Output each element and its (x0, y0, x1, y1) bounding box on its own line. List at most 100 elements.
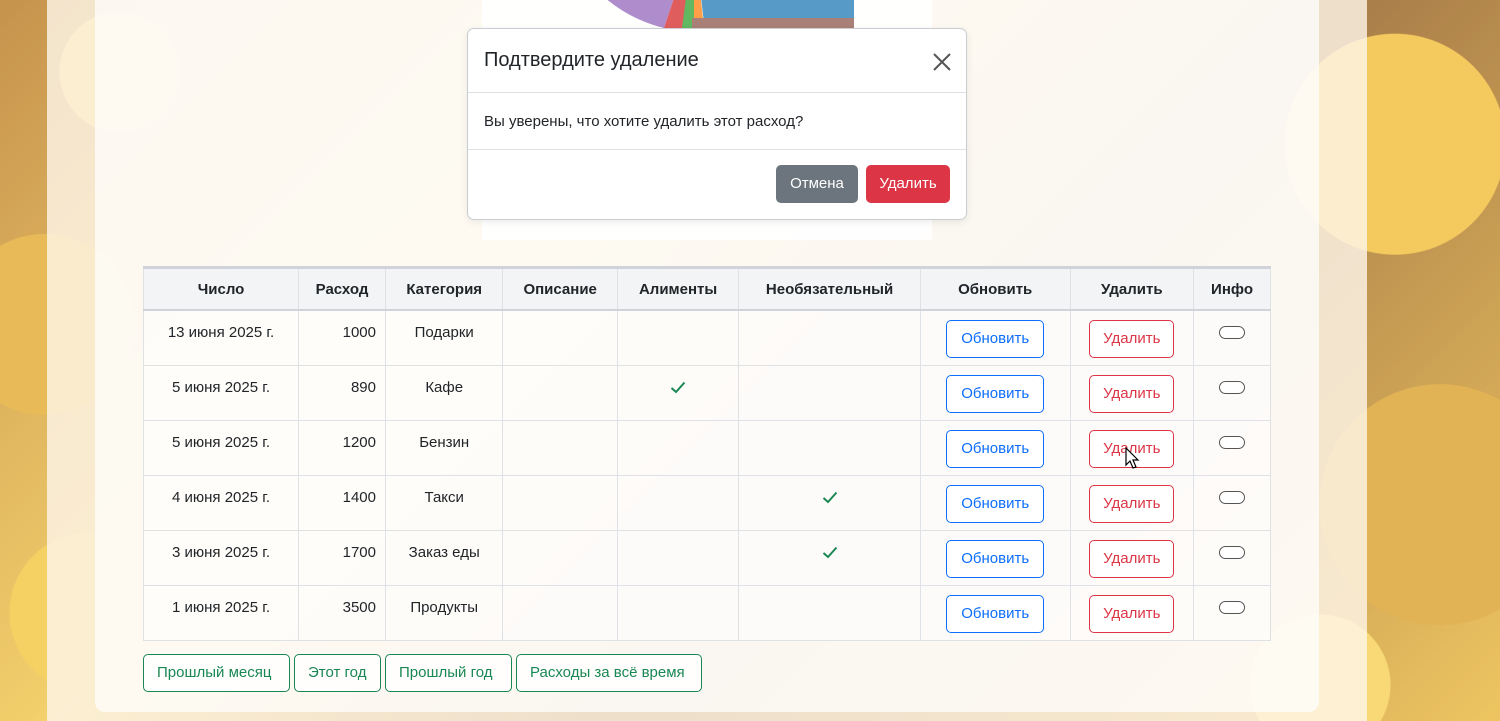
optional-cell (738, 365, 921, 421)
amount-cell: 890 (298, 365, 386, 421)
update-cell: Обновить (919, 365, 1071, 421)
delete-cell: Удалить (1069, 585, 1195, 641)
optional-cell (738, 309, 921, 366)
category-text: Кафе (425, 379, 464, 396)
last-month-button[interactable]: Прошлый месяц (143, 654, 290, 692)
expenses-table: Число Расход Категория Описание Алименты… (142, 266, 1271, 641)
table-row: 5 июня 2025 г. 1200 Бензин Обновить Удалить (142, 420, 1271, 476)
amount-text: 1000 (342, 324, 376, 341)
info-cell (1193, 365, 1271, 421)
info-cell (1193, 475, 1271, 531)
info-toggle[interactable] (1219, 436, 1246, 449)
date-text: 4 июня 2025 г. (171, 489, 271, 506)
category-cell: Подарки (384, 309, 504, 366)
description-text (503, 586, 616, 599)
all-time-button[interactable]: Расходы за всё время (516, 654, 702, 692)
optional-cell (738, 475, 921, 531)
description-cell (502, 309, 618, 366)
update-cell: Обновить (919, 309, 1071, 366)
last-year-button[interactable]: Прошлый год (385, 654, 512, 692)
delete-button[interactable]: Удалить (1089, 540, 1175, 578)
delete-cell: Удалить (1069, 475, 1195, 531)
cancel-button[interactable]: Отмена (776, 165, 858, 203)
table-row: 1 июня 2025 г. 3500 Продукты Обновить Удалит… (142, 585, 1271, 641)
description-cell (502, 475, 618, 531)
delete-cell: Удалить (1069, 309, 1195, 366)
amount-cell: 1200 (298, 420, 386, 476)
info-cell (1193, 420, 1271, 476)
update-cell: Обновить (919, 475, 1071, 531)
description-cell (502, 365, 618, 421)
update-cell: Обновить (919, 530, 1071, 586)
info-toggle[interactable] (1219, 491, 1246, 504)
update-button[interactable]: Обновить (946, 485, 1045, 523)
update-button[interactable]: Обновить (946, 320, 1045, 358)
info-cell (1193, 530, 1271, 586)
optional-cell (738, 585, 921, 641)
update-button[interactable]: Обновить (946, 430, 1045, 468)
category-cell: Такси (384, 475, 504, 531)
check-icon (822, 491, 838, 508)
alimony-cell (616, 309, 740, 366)
category-cell: Бензин (384, 420, 504, 476)
date-text: 5 июня 2025 г. (171, 434, 271, 451)
description-cell (502, 530, 618, 586)
confirm-delete-button[interactable]: Удалить (866, 165, 950, 203)
header-alimony[interactable]: Алименты (616, 266, 740, 311)
header-optional[interactable]: Необязательный (738, 266, 921, 311)
info-toggle[interactable] (1219, 601, 1246, 614)
info-cell (1193, 585, 1271, 641)
date-cell: 4 июня 2025 г. (142, 475, 300, 531)
amount-cell: 1700 (298, 530, 386, 586)
info-toggle[interactable] (1219, 546, 1246, 559)
table-row: 3 июня 2025 г. 1700 Заказ еды Обновить Удали… (142, 530, 1271, 586)
amount-text: 1400 (342, 489, 376, 506)
close-icon[interactable] (931, 51, 953, 78)
amount-cell: 1000 (298, 309, 386, 366)
description-text (503, 531, 616, 544)
update-button[interactable]: Обновить (946, 375, 1045, 413)
update-button[interactable]: Обновить (946, 540, 1045, 578)
category-text: Заказ еды (408, 544, 480, 561)
category-cell: Продукты (384, 585, 504, 641)
amount-text: 1700 (342, 544, 376, 561)
header-description[interactable]: Описание (502, 266, 618, 311)
category-text: Подарки (414, 324, 474, 341)
header-category[interactable]: Категория (384, 266, 504, 311)
table-body: 13 июня 2025 г. 1000 Подарки Обновить Удалит… (142, 309, 1271, 641)
header-date[interactable]: Число (142, 266, 300, 311)
delete-button[interactable]: Удалить (1089, 485, 1175, 523)
alimony-cell (616, 365, 740, 421)
category-cell: Кафе (384, 365, 504, 421)
delete-cell: Удалить (1069, 530, 1195, 586)
header-info: Инфо (1193, 266, 1271, 311)
description-text (503, 366, 616, 379)
check-icon (670, 381, 686, 398)
alimony-cell (616, 475, 740, 531)
this-year-button[interactable]: Этот год (294, 654, 381, 692)
date-cell: 5 июня 2025 г. (142, 420, 300, 476)
header-amount[interactable]: Расход (298, 266, 386, 311)
date-cell: 5 июня 2025 г. (142, 365, 300, 421)
table-row: 13 июня 2025 г. 1000 Подарки Обновить Удалит… (142, 309, 1271, 366)
confirm-delete-modal: Подтвердите удаление Вы уверены, что хот… (467, 28, 967, 220)
amount-cell: 1400 (298, 475, 386, 531)
info-toggle[interactable] (1219, 326, 1246, 339)
description-cell (502, 420, 618, 476)
category-cell: Заказ еды (384, 530, 504, 586)
delete-button[interactable]: Удалить (1089, 595, 1175, 633)
delete-button[interactable]: Удалить (1089, 375, 1175, 413)
amount-cell: 3500 (298, 585, 386, 641)
alimony-cell (616, 420, 740, 476)
description-text (503, 311, 616, 324)
update-cell: Обновить (919, 585, 1071, 641)
date-cell: 3 июня 2025 г. (142, 530, 300, 586)
update-button[interactable]: Обновить (946, 595, 1045, 633)
delete-button[interactable]: Удалить (1089, 320, 1175, 358)
info-toggle[interactable] (1219, 381, 1246, 394)
mouse-cursor-icon (1125, 446, 1141, 476)
date-text: 1 июня 2025 г. (171, 599, 271, 616)
delete-cell: Удалить (1069, 365, 1195, 421)
check-icon (822, 546, 838, 563)
amount-text: 3500 (342, 599, 376, 616)
